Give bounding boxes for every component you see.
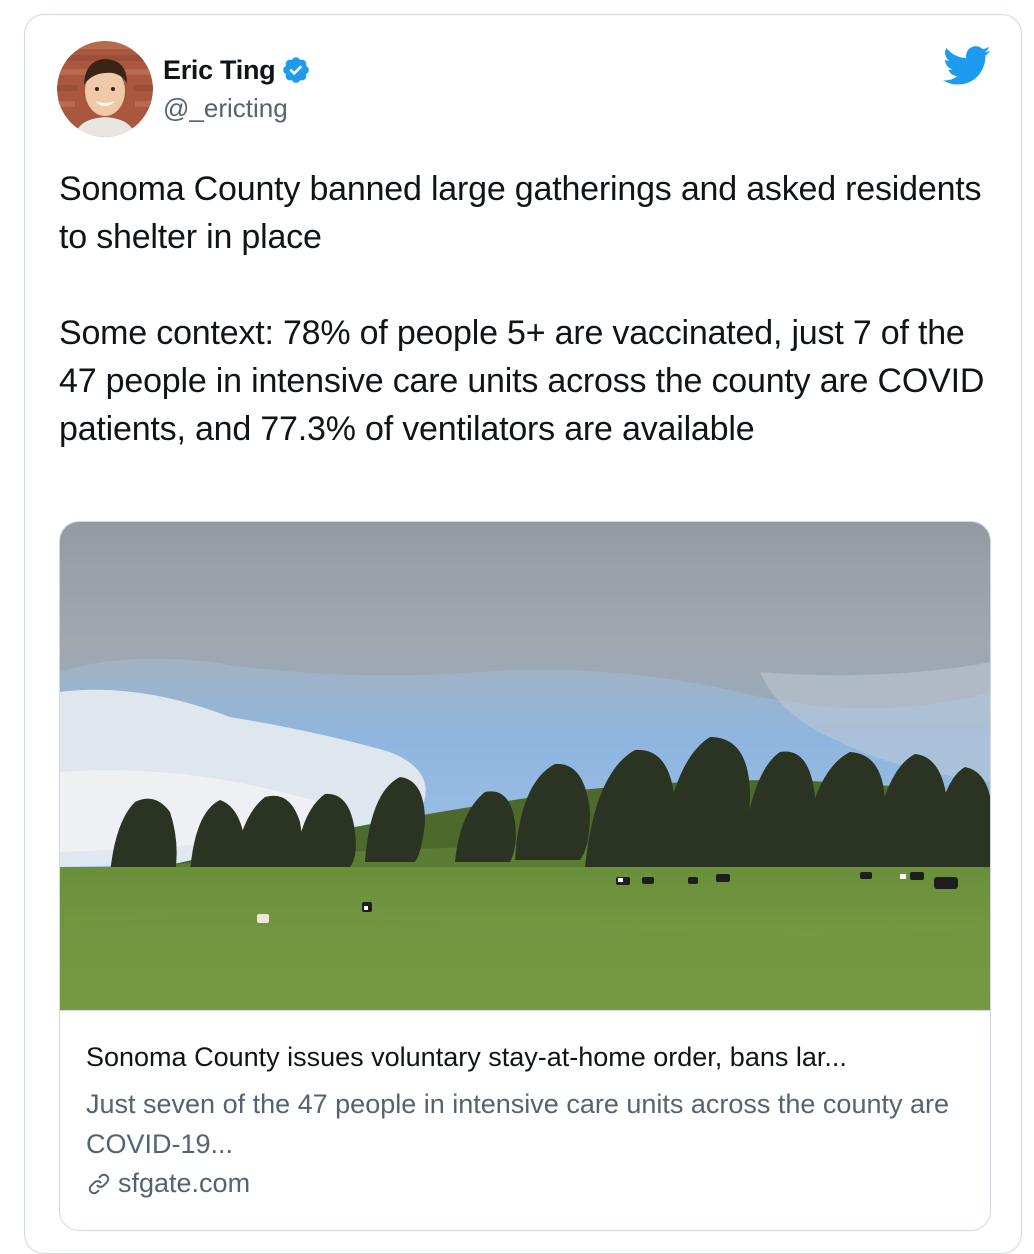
verified-badge-icon (281, 55, 311, 85)
tweet-text: Sonoma County banned large gatherings an… (59, 165, 999, 453)
link-icon (86, 1171, 112, 1197)
link-preview-card[interactable]: Sonoma County issues voluntary stay-at-h… (59, 521, 991, 1231)
card-title[interactable]: Sonoma County issues voluntary stay-at-h… (86, 1040, 966, 1074)
author-handle[interactable]: @_ericting (163, 93, 288, 124)
card-image[interactable] (60, 522, 990, 1011)
card-domain[interactable]: sfgate.com (86, 1168, 250, 1199)
twitter-bird-icon[interactable] (943, 45, 991, 87)
author-name-row[interactable]: Eric Ting (163, 53, 311, 87)
tweet-card[interactable]: Eric Ting @_ericting Sonoma County banne… (24, 14, 1022, 1254)
card-description: Just seven of the 47 people in intensive… (86, 1089, 950, 1159)
tweet-paragraph: Some context: 78% of people 5+ are vacci… (59, 314, 985, 448)
author-avatar[interactable] (57, 41, 153, 137)
tweet-paragraph: Sonoma County banned large gatherings an… (59, 170, 982, 256)
card-domain-label[interactable]: sfgate.com (118, 1168, 250, 1199)
author-name[interactable]: Eric Ting (163, 55, 276, 86)
